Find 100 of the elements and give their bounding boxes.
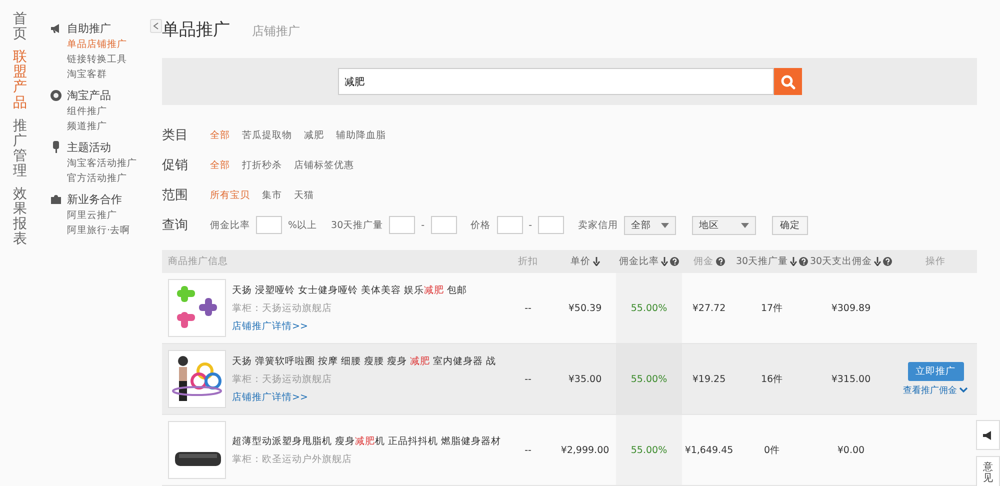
column-header[interactable]: 30天支出佣金 <box>808 255 894 268</box>
sort-arrow-icon <box>790 257 798 266</box>
tab[interactable]: 单品推广 <box>162 18 230 41</box>
table-cell: 55.00% <box>630 302 668 314</box>
input-field[interactable] <box>430 216 457 234</box>
table-cell: 0件 <box>764 444 780 456</box>
nav-item[interactable]: 联盟产品 <box>13 50 27 111</box>
table-row[interactable]: 天扬 弹簧软呼啦圈 按摩 细腰 瘦腰 瘦身 减肥 室内健身器 战 掌柜：天扬运动旗舰店 店铺推广详情>> -- ¥35.00 55.00% ¥19.25 16件 ¥315.00 立即推广 查看推广佣金 <box>162 344 977 415</box>
megaphone-icon <box>50 22 62 34</box>
product-title[interactable]: 超薄型动派塑身甩脂机 瘦身减肥机 正品抖抖机 燃脂健身器材 <box>232 434 502 448</box>
caret-icon <box>741 222 749 228</box>
search-button[interactable] <box>774 68 802 95</box>
filter-option[interactable]: 店铺标签优惠 <box>294 158 354 172</box>
table-row[interactable]: 超薄型动派塑身甩脂机 瘦身减肥机 正品抖抖机 燃脂健身器材 掌柜：欧圣运动户外旗舰店 -- ¥2,999.00 55.00% ¥1,649.45 0件 ¥0.00 <box>162 415 977 486</box>
filter-label: 查询 <box>162 217 189 234</box>
product-title[interactable]: 天扬 弹簧软呼啦圈 按摩 细腰 瘦腰 瘦身 减肥 室内健身器 战 <box>232 354 496 368</box>
submenu-item[interactable]: 淘宝客群 <box>50 67 162 82</box>
sort-arrow-icon <box>874 257 882 266</box>
feedback-tab[interactable]: 意见 <box>976 456 1000 486</box>
search-icon <box>780 74 796 90</box>
submenu-item[interactable]: 淘宝客活动推广 <box>50 156 162 171</box>
help-icon <box>883 257 892 266</box>
confirm-button[interactable]: 确定 <box>772 216 808 234</box>
input-field[interactable] <box>256 216 282 234</box>
filter-option[interactable]: 减肥 <box>304 128 324 142</box>
shop-name: 掌柜：天扬运动旗舰店 <box>232 372 333 386</box>
table-cell: 55.00% <box>630 374 668 384</box>
field-label: 卖家信用 <box>578 218 618 232</box>
submenu-item[interactable]: 单品店铺推广 <box>50 37 162 52</box>
table-cell: 17件 <box>760 302 784 314</box>
filter-option[interactable]: 所有宝贝 <box>210 188 250 202</box>
menu-group-title: 主题活动 <box>67 140 111 154</box>
submenu-item[interactable]: 频道推广 <box>50 119 162 134</box>
search-field[interactable]: 减肥 <box>338 68 774 95</box>
nav-item[interactable]: 效果报表 <box>13 187 27 248</box>
submenu-item[interactable]: 官方活动推广 <box>50 171 162 186</box>
dash: - <box>421 220 425 230</box>
table-row[interactable]: 天扬 浸塑哑铃 女士健身哑铃 美体美容 娱乐减肥 包邮 掌柜：天扬运动旗舰店 店铺推广详情>> -- ¥50.39 55.00% ¥27.72 17件 ¥309.89 <box>162 273 977 344</box>
field-label: 30天推广量 <box>331 218 384 232</box>
announcement-button[interactable] <box>976 420 1000 450</box>
input-field[interactable] <box>538 216 564 234</box>
help-icon <box>670 257 679 266</box>
table-cell: -- <box>524 444 532 456</box>
table-cell: 55.00% <box>630 444 668 456</box>
region-dropdown[interactable]: 地区 <box>692 216 756 234</box>
input-field[interactable] <box>496 216 523 234</box>
product-title[interactable]: 天扬 浸塑哑铃 女士健身哑铃 美体美容 娱乐减肥 包邮 <box>232 284 468 296</box>
submenu-item[interactable]: 阿里云推广 <box>50 208 162 223</box>
shop-name: 掌柜：天扬运动旗舰店 <box>232 302 333 314</box>
shop-name: 掌柜：欧圣运动户外旗舰店 <box>232 452 353 466</box>
nav-item[interactable]: 推广管理 <box>13 118 27 180</box>
filter-option[interactable]: 辅助降血脂 <box>336 128 386 142</box>
help-icon <box>716 257 724 266</box>
nav-item[interactable]: 首页 <box>13 12 27 42</box>
promote-button[interactable]: 立即推广 <box>908 362 964 380</box>
filter-label: 范围 <box>162 187 189 204</box>
sort-arrow-icon <box>661 257 668 266</box>
megaphone-icon <box>982 430 994 440</box>
column-header: 佣金 <box>682 255 736 268</box>
column-header: 商品推广信息 <box>167 255 229 268</box>
table-cell: 16件 <box>760 372 784 386</box>
field-suffix: %以上 <box>288 218 318 232</box>
column-header[interactable]: 单价 <box>554 255 616 268</box>
column-header: 操作 <box>924 255 946 268</box>
dash: - <box>528 220 532 230</box>
field-label: 价格 <box>470 218 491 232</box>
filter-option[interactable]: 天猫 <box>294 188 314 202</box>
badge-icon <box>50 89 62 101</box>
filter-option[interactable]: 全部 <box>210 128 230 142</box>
sort-arrow-icon <box>592 257 600 266</box>
table-cell: ¥309.89 <box>831 302 871 314</box>
commission-link[interactable]: 查看推广佣金 <box>903 384 968 396</box>
field-label: 佣金比率 <box>210 218 250 232</box>
collapse-button[interactable] <box>150 19 162 33</box>
table-cell: ¥1,649.45 <box>684 444 734 456</box>
chevron-left-icon <box>153 22 159 30</box>
table-cell: ¥35.00 <box>568 374 602 384</box>
submenu-item[interactable]: 链接转换工具 <box>50 52 162 67</box>
table-cell: ¥27.72 <box>692 302 726 314</box>
submenu-item[interactable]: 组件推广 <box>50 104 162 119</box>
table-cell: ¥19.25 <box>692 374 726 384</box>
table-cell: ¥0.00 <box>837 444 865 456</box>
filter-option[interactable]: 苦瓜提取物 <box>242 128 292 142</box>
menu-group-title: 淘宝产品 <box>67 88 111 102</box>
filter-option[interactable]: 集市 <box>262 188 282 202</box>
filter-label: 类目 <box>162 127 189 144</box>
menu-group-title: 新业务合作 <box>67 192 122 206</box>
help-icon <box>799 257 808 266</box>
input-field[interactable] <box>389 216 416 234</box>
table-cell: -- <box>524 302 532 314</box>
submenu-item[interactable]: 阿里旅行·去啊 <box>50 223 162 238</box>
column-header[interactable]: 佣金比率 <box>616 255 682 268</box>
filter-option[interactable]: 打折秒杀 <box>242 158 282 172</box>
shop-promo-link[interactable]: 店铺推广详情>> <box>232 390 496 404</box>
shop-promo-link[interactable]: 店铺推广详情>> <box>232 320 468 332</box>
column-header[interactable]: 30天推广量 <box>736 255 808 268</box>
filter-option[interactable]: 全部 <box>210 158 230 172</box>
table-cell: ¥315.00 <box>831 374 871 384</box>
caret-icon <box>661 222 669 228</box>
credit-dropdown[interactable]: 全部 <box>624 216 676 234</box>
